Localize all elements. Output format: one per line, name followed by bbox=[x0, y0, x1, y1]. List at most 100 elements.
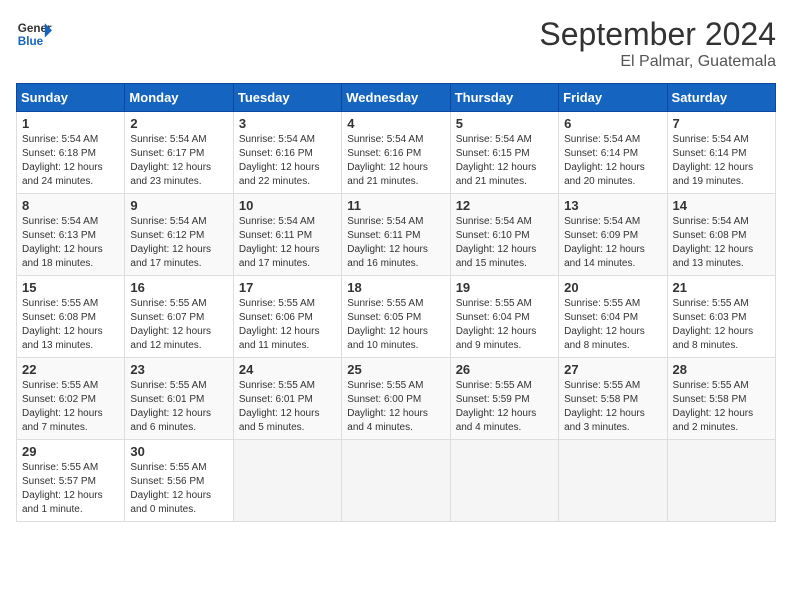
empty-cell bbox=[342, 440, 450, 522]
day-info: Sunrise: 5:55 AM Sunset: 6:05 PM Dayligh… bbox=[347, 297, 444, 353]
title-area: September 2024 El Palmar, Guatemala bbox=[539, 16, 776, 71]
day-info: Sunrise: 5:55 AM Sunset: 6:00 PM Dayligh… bbox=[347, 379, 444, 435]
calendar-week-2: 8 Sunrise: 5:54 AM Sunset: 6:13 PM Dayli… bbox=[17, 194, 776, 276]
day-number: 19 bbox=[456, 280, 553, 295]
day-info: Sunrise: 5:54 AM Sunset: 6:08 PM Dayligh… bbox=[673, 215, 770, 271]
day-cell-30: 30 Sunrise: 5:55 AM Sunset: 5:56 PM Dayl… bbox=[125, 440, 233, 522]
day-info: Sunrise: 5:55 AM Sunset: 6:04 PM Dayligh… bbox=[564, 297, 661, 353]
col-saturday: Saturday bbox=[667, 84, 775, 112]
col-sunday: Sunday bbox=[17, 84, 125, 112]
day-cell-28: 28 Sunrise: 5:55 AM Sunset: 5:58 PM Dayl… bbox=[667, 358, 775, 440]
day-info: Sunrise: 5:55 AM Sunset: 6:06 PM Dayligh… bbox=[239, 297, 336, 353]
day-number: 22 bbox=[22, 362, 119, 377]
location: El Palmar, Guatemala bbox=[539, 53, 776, 71]
day-info: Sunrise: 5:54 AM Sunset: 6:15 PM Dayligh… bbox=[456, 133, 553, 189]
day-info: Sunrise: 5:54 AM Sunset: 6:12 PM Dayligh… bbox=[130, 215, 227, 271]
day-cell-1: 1 Sunrise: 5:54 AM Sunset: 6:18 PM Dayli… bbox=[17, 112, 125, 194]
day-number: 15 bbox=[22, 280, 119, 295]
day-cell-15: 15 Sunrise: 5:55 AM Sunset: 6:08 PM Dayl… bbox=[17, 276, 125, 358]
day-cell-16: 16 Sunrise: 5:55 AM Sunset: 6:07 PM Dayl… bbox=[125, 276, 233, 358]
day-number: 30 bbox=[130, 444, 227, 459]
day-cell-2: 2 Sunrise: 5:54 AM Sunset: 6:17 PM Dayli… bbox=[125, 112, 233, 194]
day-cell-26: 26 Sunrise: 5:55 AM Sunset: 5:59 PM Dayl… bbox=[450, 358, 558, 440]
calendar-body: 1 Sunrise: 5:54 AM Sunset: 6:18 PM Dayli… bbox=[17, 112, 776, 522]
col-wednesday: Wednesday bbox=[342, 84, 450, 112]
day-info: Sunrise: 5:55 AM Sunset: 5:56 PM Dayligh… bbox=[130, 461, 227, 517]
day-cell-20: 20 Sunrise: 5:55 AM Sunset: 6:04 PM Dayl… bbox=[559, 276, 667, 358]
col-friday: Friday bbox=[559, 84, 667, 112]
col-thursday: Thursday bbox=[450, 84, 558, 112]
day-info: Sunrise: 5:54 AM Sunset: 6:17 PM Dayligh… bbox=[130, 133, 227, 189]
day-number: 17 bbox=[239, 280, 336, 295]
day-number: 11 bbox=[347, 198, 444, 213]
day-info: Sunrise: 5:54 AM Sunset: 6:18 PM Dayligh… bbox=[22, 133, 119, 189]
month-title: September 2024 bbox=[539, 16, 776, 53]
day-cell-29: 29 Sunrise: 5:55 AM Sunset: 5:57 PM Dayl… bbox=[17, 440, 125, 522]
empty-cell bbox=[233, 440, 341, 522]
day-number: 21 bbox=[673, 280, 770, 295]
day-info: Sunrise: 5:54 AM Sunset: 6:13 PM Dayligh… bbox=[22, 215, 119, 271]
day-cell-23: 23 Sunrise: 5:55 AM Sunset: 6:01 PM Dayl… bbox=[125, 358, 233, 440]
day-number: 16 bbox=[130, 280, 227, 295]
day-info: Sunrise: 5:55 AM Sunset: 6:01 PM Dayligh… bbox=[239, 379, 336, 435]
day-cell-4: 4 Sunrise: 5:54 AM Sunset: 6:16 PM Dayli… bbox=[342, 112, 450, 194]
day-info: Sunrise: 5:55 AM Sunset: 5:59 PM Dayligh… bbox=[456, 379, 553, 435]
day-number: 12 bbox=[456, 198, 553, 213]
calendar-week-3: 15 Sunrise: 5:55 AM Sunset: 6:08 PM Dayl… bbox=[17, 276, 776, 358]
day-number: 4 bbox=[347, 116, 444, 131]
day-cell-24: 24 Sunrise: 5:55 AM Sunset: 6:01 PM Dayl… bbox=[233, 358, 341, 440]
empty-cell bbox=[450, 440, 558, 522]
calendar-table: Sunday Monday Tuesday Wednesday Thursday… bbox=[16, 83, 776, 522]
day-cell-22: 22 Sunrise: 5:55 AM Sunset: 6:02 PM Dayl… bbox=[17, 358, 125, 440]
day-info: Sunrise: 5:54 AM Sunset: 6:10 PM Dayligh… bbox=[456, 215, 553, 271]
day-cell-8: 8 Sunrise: 5:54 AM Sunset: 6:13 PM Dayli… bbox=[17, 194, 125, 276]
day-info: Sunrise: 5:55 AM Sunset: 6:02 PM Dayligh… bbox=[22, 379, 119, 435]
day-info: Sunrise: 5:54 AM Sunset: 6:11 PM Dayligh… bbox=[239, 215, 336, 271]
day-info: Sunrise: 5:55 AM Sunset: 6:01 PM Dayligh… bbox=[130, 379, 227, 435]
day-cell-3: 3 Sunrise: 5:54 AM Sunset: 6:16 PM Dayli… bbox=[233, 112, 341, 194]
day-cell-18: 18 Sunrise: 5:55 AM Sunset: 6:05 PM Dayl… bbox=[342, 276, 450, 358]
day-info: Sunrise: 5:54 AM Sunset: 6:14 PM Dayligh… bbox=[673, 133, 770, 189]
day-info: Sunrise: 5:55 AM Sunset: 6:04 PM Dayligh… bbox=[456, 297, 553, 353]
day-info: Sunrise: 5:55 AM Sunset: 6:08 PM Dayligh… bbox=[22, 297, 119, 353]
day-cell-6: 6 Sunrise: 5:54 AM Sunset: 6:14 PM Dayli… bbox=[559, 112, 667, 194]
day-info: Sunrise: 5:54 AM Sunset: 6:14 PM Dayligh… bbox=[564, 133, 661, 189]
day-number: 8 bbox=[22, 198, 119, 213]
logo: General Blue bbox=[16, 16, 52, 52]
day-number: 10 bbox=[239, 198, 336, 213]
day-number: 5 bbox=[456, 116, 553, 131]
day-info: Sunrise: 5:54 AM Sunset: 6:16 PM Dayligh… bbox=[347, 133, 444, 189]
col-tuesday: Tuesday bbox=[233, 84, 341, 112]
day-cell-10: 10 Sunrise: 5:54 AM Sunset: 6:11 PM Dayl… bbox=[233, 194, 341, 276]
day-number: 27 bbox=[564, 362, 661, 377]
day-number: 18 bbox=[347, 280, 444, 295]
calendar-week-5: 29 Sunrise: 5:55 AM Sunset: 5:57 PM Dayl… bbox=[17, 440, 776, 522]
day-cell-12: 12 Sunrise: 5:54 AM Sunset: 6:10 PM Dayl… bbox=[450, 194, 558, 276]
day-cell-25: 25 Sunrise: 5:55 AM Sunset: 6:00 PM Dayl… bbox=[342, 358, 450, 440]
day-number: 6 bbox=[564, 116, 661, 131]
day-cell-27: 27 Sunrise: 5:55 AM Sunset: 5:58 PM Dayl… bbox=[559, 358, 667, 440]
day-cell-21: 21 Sunrise: 5:55 AM Sunset: 6:03 PM Dayl… bbox=[667, 276, 775, 358]
day-number: 2 bbox=[130, 116, 227, 131]
day-number: 20 bbox=[564, 280, 661, 295]
day-info: Sunrise: 5:54 AM Sunset: 6:11 PM Dayligh… bbox=[347, 215, 444, 271]
day-cell-14: 14 Sunrise: 5:54 AM Sunset: 6:08 PM Dayl… bbox=[667, 194, 775, 276]
col-monday: Monday bbox=[125, 84, 233, 112]
day-number: 23 bbox=[130, 362, 227, 377]
day-info: Sunrise: 5:55 AM Sunset: 5:57 PM Dayligh… bbox=[22, 461, 119, 517]
day-number: 14 bbox=[673, 198, 770, 213]
day-number: 7 bbox=[673, 116, 770, 131]
day-number: 29 bbox=[22, 444, 119, 459]
day-number: 13 bbox=[564, 198, 661, 213]
day-info: Sunrise: 5:55 AM Sunset: 5:58 PM Dayligh… bbox=[673, 379, 770, 435]
day-info: Sunrise: 5:55 AM Sunset: 6:03 PM Dayligh… bbox=[673, 297, 770, 353]
logo-icon: General Blue bbox=[16, 16, 52, 52]
day-info: Sunrise: 5:54 AM Sunset: 6:16 PM Dayligh… bbox=[239, 133, 336, 189]
header: General Blue September 2024 El Palmar, G… bbox=[16, 16, 776, 71]
empty-cell bbox=[667, 440, 775, 522]
day-info: Sunrise: 5:54 AM Sunset: 6:09 PM Dayligh… bbox=[564, 215, 661, 271]
svg-text:Blue: Blue bbox=[18, 35, 44, 48]
day-number: 25 bbox=[347, 362, 444, 377]
day-number: 28 bbox=[673, 362, 770, 377]
day-info: Sunrise: 5:55 AM Sunset: 6:07 PM Dayligh… bbox=[130, 297, 227, 353]
